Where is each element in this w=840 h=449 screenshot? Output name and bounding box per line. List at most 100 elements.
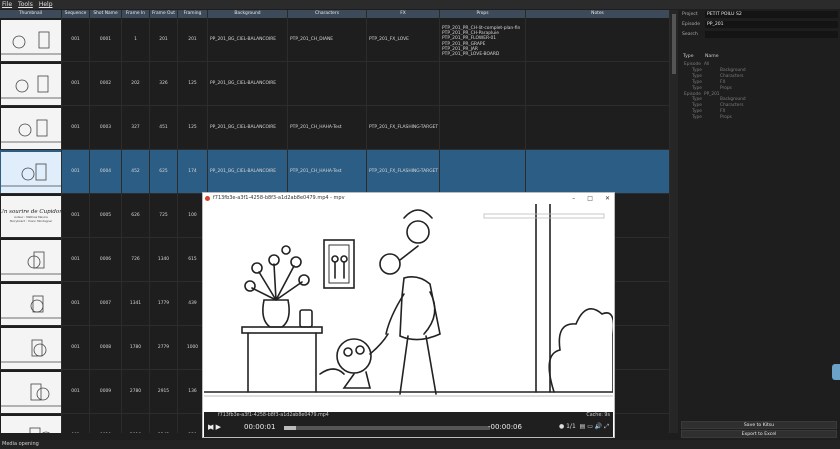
frame-out-cell[interactable]: 451 <box>150 106 178 149</box>
sequence-cell[interactable]: 001 <box>62 194 90 237</box>
frame-in-cell[interactable]: 1780 <box>122 326 150 369</box>
characters-cell[interactable]: PTP_201_CH_DIANE <box>288 18 367 61</box>
sequence-cell[interactable]: 001 <box>62 18 90 61</box>
seek-bar[interactable] <box>284 426 490 430</box>
thumbnail-cell[interactable]: Un sourire de Cupidon Auteur : Mathias Me… <box>0 194 62 237</box>
shot-name-cell[interactable]: 0008 <box>90 326 122 369</box>
shot-name-cell[interactable]: 0001 <box>90 18 122 61</box>
frame-in-cell[interactable]: 2780 <box>122 370 150 413</box>
shot-name-cell[interactable]: 0010 <box>90 414 122 433</box>
fx-cell[interactable] <box>367 62 440 105</box>
maximize-icon[interactable]: □ <box>587 193 593 204</box>
props-cell[interactable] <box>440 150 526 193</box>
play-pause-icon[interactable]: ▶ <box>208 423 213 431</box>
menu-file[interactable]: File <box>2 0 12 9</box>
characters-cell[interactable] <box>288 62 367 105</box>
sequence-cell[interactable]: 001 <box>62 414 90 433</box>
col-props[interactable]: Props <box>440 10 526 18</box>
audio-track-icon[interactable]: ▤ <box>580 423 586 430</box>
save-to-kitsu-button[interactable]: Save to Kitsu <box>681 421 837 429</box>
table-scrollbar[interactable] <box>670 10 678 433</box>
frame-in-cell[interactable]: 452 <box>122 150 150 193</box>
player-titlebar[interactable]: f713fb3e-a3f1-4258-b8f3-a1d2ab8e0479.mp4… <box>203 193 614 204</box>
fx-cell[interactable]: PTP_201_FX_FLASHING-TARGET <box>367 106 440 149</box>
frame-out-cell[interactable]: 1340 <box>150 238 178 281</box>
col-sequence[interactable]: Sequence <box>62 10 90 18</box>
background-cell[interactable]: PP_201_BG_CIEL-BALANCOIRE <box>208 106 288 149</box>
thumbnail-cell[interactable] <box>0 106 62 149</box>
framing-cell[interactable]: 174 <box>178 150 208 193</box>
thumbnail-cell[interactable] <box>0 326 62 369</box>
shot-name-cell[interactable]: 0005 <box>90 194 122 237</box>
frame-out-cell[interactable]: 3245 <box>150 414 178 433</box>
menu-tools[interactable]: Tools <box>18 0 33 9</box>
sequence-cell[interactable]: 001 <box>62 238 90 281</box>
subtitle-icon[interactable]: ▭ <box>587 423 593 430</box>
table-row[interactable]: 001 0004 452 625 174 PP_201_BG_CIEL-BALANCOIR… <box>0 150 670 194</box>
frame-out-cell[interactable]: 201 <box>150 18 178 61</box>
frame-out-cell[interactable]: 326 <box>150 62 178 105</box>
sequence-cell[interactable]: 001 <box>62 62 90 105</box>
col-characters[interactable]: Characters <box>288 10 367 18</box>
sequence-cell[interactable]: 001 <box>62 106 90 149</box>
thumbnail-cell[interactable] <box>0 414 62 433</box>
shot-name-cell[interactable]: 0002 <box>90 62 122 105</box>
shot-name-cell[interactable]: 0004 <box>90 150 122 193</box>
frame-in-cell[interactable]: 626 <box>122 194 150 237</box>
time-remaining[interactable]: -00:00:06 <box>488 423 522 431</box>
chapter-icon[interactable]: ● <box>559 423 564 430</box>
frame-out-cell[interactable]: 2779 <box>150 326 178 369</box>
background-cell[interactable]: PP_201_BG_CIEL-BALANCOIRE <box>208 62 288 105</box>
shot-name-cell[interactable]: 0006 <box>90 238 122 281</box>
frame-in-cell[interactable]: 327 <box>122 106 150 149</box>
col-thumbnail[interactable]: Thumbnail <box>0 10 62 18</box>
col-notes[interactable]: Notes <box>526 10 670 18</box>
sequence-cell[interactable]: 001 <box>62 326 90 369</box>
col-fx[interactable]: FX <box>367 10 440 18</box>
episode-select[interactable]: PP_201 <box>705 21 838 28</box>
col-framing[interactable]: Framing <box>178 10 208 18</box>
next-icon[interactable]: ▶ <box>216 423 221 431</box>
frame-in-cell[interactable]: 726 <box>122 238 150 281</box>
table-row[interactable]: 001 0001 1 201 201 PP_201_BG_CIEL-BALANCOIRE P… <box>0 18 670 62</box>
search-input[interactable] <box>705 31 838 38</box>
notes-cell[interactable] <box>526 18 670 61</box>
framing-cell[interactable]: 125 <box>178 106 208 149</box>
video-frame[interactable] <box>204 204 613 412</box>
menu-help[interactable]: Help <box>39 0 53 9</box>
notes-cell[interactable] <box>526 106 670 149</box>
background-cell[interactable]: PP_201_BG_CIEL-BALANCOIRE <box>208 18 288 61</box>
shot-name-cell[interactable]: 0003 <box>90 106 122 149</box>
col-frame-out[interactable]: Frame Out <box>150 10 178 18</box>
fx-cell[interactable]: PTP_201_FX_LOVE <box>367 18 440 61</box>
frame-in-cell[interactable]: 2916 <box>122 414 150 433</box>
frame-in-cell[interactable]: 1341 <box>122 282 150 325</box>
sequence-cell[interactable]: 001 <box>62 150 90 193</box>
thumbnail-cell[interactable] <box>0 150 62 193</box>
thumbnail-cell[interactable] <box>0 282 62 325</box>
thumbnail-cell[interactable] <box>0 370 62 413</box>
frame-in-cell[interactable]: 202 <box>122 62 150 105</box>
mpv-player-window[interactable]: f713fb3e-a3f1-4258-b8f3-a1d2ab8e0479.mp4… <box>202 192 615 438</box>
fx-cell[interactable]: PTP_201_FX_FLASHING-TARGET <box>367 150 440 193</box>
col-background[interactable]: Background <box>208 10 288 18</box>
scrollbar-thumb[interactable] <box>672 14 676 74</box>
export-to-excel-button[interactable]: Export to Excel <box>681 430 837 438</box>
frame-in-cell[interactable]: 1 <box>122 18 150 61</box>
table-row[interactable]: 001 0003 327 451 125 PP_201_BG_CIEL-BALANCOIR… <box>0 106 670 150</box>
frame-out-cell[interactable]: 2915 <box>150 370 178 413</box>
props-cell[interactable] <box>440 106 526 149</box>
volume-icon[interactable]: 🔊 <box>595 423 602 430</box>
fullscreen-icon[interactable]: ⤢ <box>604 423 609 430</box>
notes-cell[interactable] <box>526 150 670 193</box>
thumbnail-cell[interactable] <box>0 62 62 105</box>
frame-out-cell[interactable]: 625 <box>150 150 178 193</box>
project-select[interactable]: PETIT POILU S2 <box>705 11 838 18</box>
tree-item[interactable]: Type Props <box>682 115 838 121</box>
notes-cell[interactable] <box>526 62 670 105</box>
minimize-icon[interactable]: – <box>572 193 575 204</box>
table-row[interactable]: 001 0002 202 326 125 PP_201_BG_CIEL-BALANCOIR… <box>0 62 670 106</box>
props-cell[interactable] <box>440 62 526 105</box>
col-frame-in[interactable]: Frame In <box>122 10 150 18</box>
thumbnail-cell[interactable] <box>0 18 62 61</box>
